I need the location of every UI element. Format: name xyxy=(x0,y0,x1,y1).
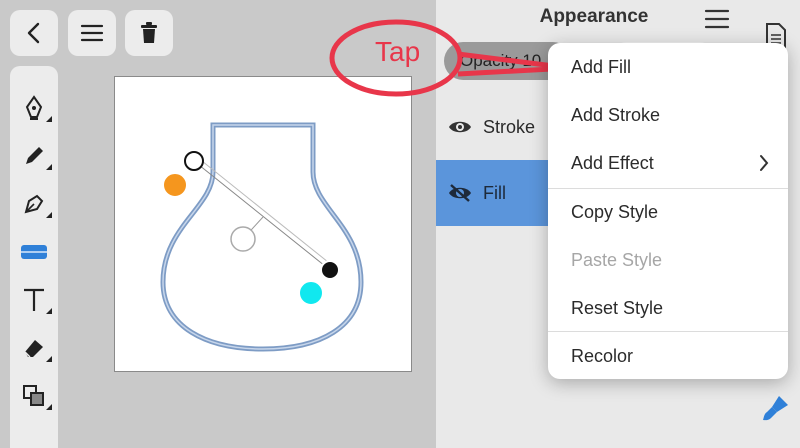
chevron-right-icon xyxy=(760,155,769,171)
gradient-start-color xyxy=(162,172,188,198)
gradient-line xyxy=(193,160,331,271)
eraser-icon xyxy=(24,340,43,358)
text-tool-icon xyxy=(24,288,44,311)
panel-menu-button[interactable] xyxy=(704,8,730,30)
fill-row[interactable]: Fill xyxy=(436,160,548,226)
pen-icon xyxy=(25,95,43,120)
brush-tab[interactable] xyxy=(760,392,792,424)
trash-icon xyxy=(141,22,157,43)
eye-slash-icon[interactable] xyxy=(448,183,472,203)
text-tool[interactable] xyxy=(10,280,58,320)
menu-button[interactable] xyxy=(68,10,116,56)
menu-item-label: Recolor xyxy=(571,345,634,366)
back-button[interactable] xyxy=(10,10,58,56)
tap-label: Tap xyxy=(375,36,421,67)
menu-item-label: Add Fill xyxy=(571,56,632,77)
menu-icon xyxy=(80,24,104,42)
menu-item-add-effect[interactable]: Add Effect xyxy=(548,139,788,187)
brush-icon xyxy=(763,396,788,421)
eye-icon[interactable] xyxy=(448,118,472,136)
gradient-end-color xyxy=(298,280,324,306)
appearance-menu: Add Fill Add Stroke Add Effect Copy Styl… xyxy=(548,43,788,379)
delete-button[interactable] xyxy=(125,10,173,56)
menu-item-label: Add Stroke xyxy=(571,104,661,125)
pen-tool[interactable] xyxy=(10,88,58,128)
fill-label: Fill xyxy=(483,183,506,203)
pencil-icon xyxy=(26,147,43,164)
panel-tool-icon xyxy=(21,245,47,259)
pencil-tool[interactable] xyxy=(10,136,58,176)
artboard[interactable] xyxy=(114,76,412,372)
stroke-label: Stroke xyxy=(483,117,536,137)
menu-item-add-fill[interactable]: Add Fill xyxy=(548,43,788,91)
nib-tool[interactable] xyxy=(10,184,58,224)
eraser-tool[interactable] xyxy=(10,328,58,368)
menu-item-recolor[interactable]: Recolor xyxy=(548,332,788,379)
gradient-end-handle xyxy=(320,260,340,280)
tools-toolbar xyxy=(10,66,58,448)
menu-item-reset-style[interactable]: Reset Style xyxy=(548,284,788,332)
menu-item-label: Paste Style xyxy=(571,249,663,270)
menu-item-label: Reset Style xyxy=(571,297,664,318)
drawing-surface xyxy=(160,122,364,352)
shape-panel-tool[interactable] xyxy=(10,232,58,272)
menu-item-add-stroke[interactable]: Add Stroke xyxy=(548,91,788,139)
menu-item-label: Add Effect xyxy=(571,152,654,173)
menu-item-paste-style: Paste Style xyxy=(548,236,788,284)
gradient-midpoint-handle xyxy=(230,226,256,252)
nib-icon xyxy=(24,194,44,214)
gradient-start-handle xyxy=(184,151,204,171)
back-icon xyxy=(27,22,40,44)
transform-icon xyxy=(23,385,44,406)
menu-icon xyxy=(704,9,730,29)
menu-item-label: Copy Style xyxy=(571,201,659,222)
transform-tool[interactable] xyxy=(10,376,58,416)
menu-item-copy-style[interactable]: Copy Style xyxy=(548,188,788,236)
